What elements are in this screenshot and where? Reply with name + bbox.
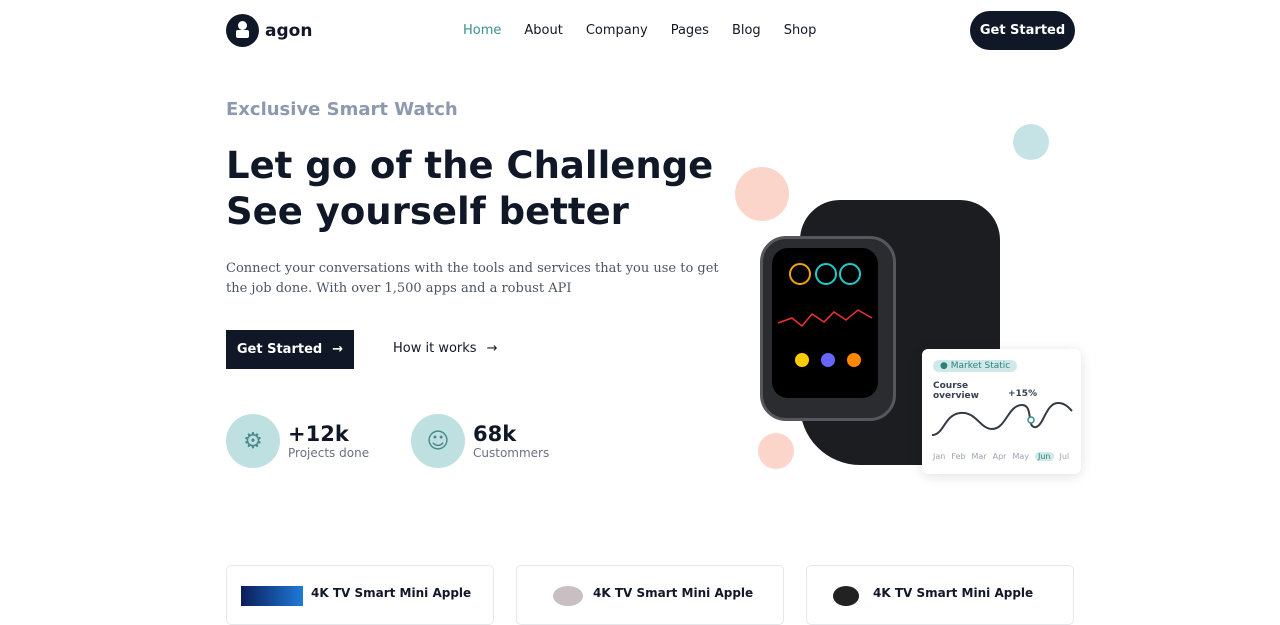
how-it-works-label: How it works — [393, 341, 477, 356]
projects-icon: ⚙ — [226, 414, 280, 468]
product-title: 4K TV Smart Mini Apple — [873, 586, 1034, 600]
product-card[interactable]: 4K TV Smart Mini Apple — [806, 565, 1074, 625]
course-overview-label: Course overview — [933, 381, 979, 401]
market-static-card: ● Market Static Course overview +15% Jan… — [922, 349, 1081, 474]
product-title: 4K TV Smart Mini Apple — [311, 586, 472, 600]
chart-marker — [1027, 416, 1035, 424]
stat-projects: ⚙ +12k Projects done — [226, 414, 369, 468]
month-label: May — [1012, 452, 1029, 461]
month-label: Feb — [951, 452, 966, 461]
course-line — [931, 401, 1073, 436]
stat-value: +12k — [288, 422, 349, 446]
hero-description: Connect your conversations with the tool… — [226, 261, 719, 296]
month-label-selected[interactable]: Jun — [1035, 452, 1054, 461]
change-label: +15% — [1008, 389, 1038, 399]
market-static-badge: ● Market Static — [933, 360, 1018, 372]
product-title: 4K TV Smart Mini Apple — [593, 586, 754, 600]
watch-screen — [772, 248, 878, 398]
stat-label: Custommers — [473, 446, 550, 460]
nav-shop[interactable]: Shop — [784, 23, 817, 38]
month-label: Jan — [933, 452, 946, 461]
course-line-chart — [931, 401, 1073, 436]
brand-name: agon — [265, 20, 313, 41]
hero-title-line2: See yourself better — [226, 190, 629, 233]
logo[interactable]: agon — [226, 14, 312, 47]
nav-pages[interactable]: Pages — [671, 23, 709, 38]
month-label: Jul — [1059, 452, 1070, 461]
month-axis: Jan Feb Mar Apr May Jun Jul — [933, 452, 1069, 461]
product-card[interactable]: 4K TV Smart Mini Apple — [516, 565, 784, 625]
product-image — [553, 586, 583, 606]
nav-blog[interactable]: Blog — [732, 23, 761, 38]
month-label: Mar — [971, 452, 987, 461]
decor-circle — [758, 433, 794, 469]
badge-label: Market Static — [950, 361, 1011, 371]
stat-customers: ☺ 68k Custommers — [411, 414, 549, 468]
logo-icon — [226, 14, 259, 47]
header-get-started-button[interactable]: Get Started — [970, 11, 1075, 50]
how-it-works-link[interactable]: How it works → — [393, 341, 497, 356]
get-started-label: Get Started — [236, 342, 323, 357]
nav-company[interactable]: Company — [586, 23, 648, 38]
get-started-button[interactable]: Get Started → — [226, 330, 354, 369]
nav-about[interactable]: About — [524, 23, 562, 38]
decor-circle — [1013, 124, 1049, 160]
customers-icon: ☺ — [411, 414, 465, 468]
main-nav: Home About Company Pages Blog Shop — [463, 23, 816, 38]
arrow-right-icon: → — [332, 342, 344, 357]
product-card[interactable]: 4K TV Smart Mini Apple — [226, 565, 494, 625]
hero-title-line1: Let go of the Challenge — [226, 144, 714, 187]
product-image — [833, 586, 859, 606]
stat-value: 68k — [473, 422, 517, 446]
month-label: Apr — [992, 452, 1007, 461]
product-image — [241, 586, 303, 606]
nav-home[interactable]: Home — [463, 23, 501, 38]
hero-title: Let go of the Challenge See yourself bet… — [226, 143, 713, 235]
decor-circle — [735, 167, 789, 221]
hero-eyebrow: Exclusive Smart Watch — [226, 99, 458, 120]
stat-label: Projects done — [288, 446, 370, 460]
arrow-right-icon: → — [486, 341, 498, 356]
watch-face-graphic — [777, 263, 873, 367]
